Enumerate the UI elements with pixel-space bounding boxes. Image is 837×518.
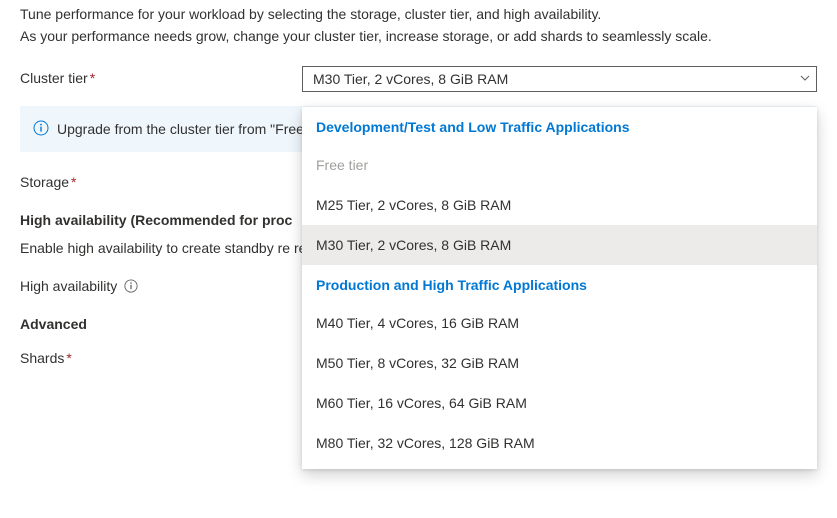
dropdown-option[interactable]: M30 Tier, 2 vCores, 8 GiB RAM — [302, 225, 817, 265]
high-availability-label-text: High availability — [20, 278, 117, 294]
required-asterisk: * — [66, 350, 71, 366]
dropdown-option[interactable]: M50 Tier, 8 vCores, 32 GiB RAM — [302, 343, 817, 383]
info-icon — [33, 119, 49, 139]
required-asterisk: * — [90, 70, 95, 86]
cluster-tier-label: Cluster tier* — [20, 66, 302, 86]
info-icon[interactable] — [124, 279, 138, 293]
storage-label-text: Storage — [20, 174, 69, 190]
cluster-tier-row: Cluster tier* M30 Tier, 2 vCores, 8 GiB … — [20, 66, 817, 92]
cluster-tier-label-text: Cluster tier — [20, 70, 88, 86]
high-availability-label: High availability — [20, 274, 302, 294]
dropdown-group-header-production: Production and High Traffic Applications — [302, 265, 817, 303]
dropdown-option[interactable]: M25 Tier, 2 vCores, 8 GiB RAM — [302, 185, 817, 225]
dropdown-option: Free tier — [302, 145, 817, 185]
required-asterisk: * — [71, 174, 76, 190]
intro-line-2: As your performance needs grow, change y… — [20, 28, 817, 44]
dropdown-option[interactable]: M60 Tier, 16 vCores, 64 GiB RAM — [302, 383, 817, 423]
cluster-tier-select[interactable]: M30 Tier, 2 vCores, 8 GiB RAM — [302, 66, 817, 92]
intro-line-1: Tune performance for your workload by se… — [20, 6, 817, 22]
cluster-tier-dropdown[interactable]: Development/Test and Low Traffic Applica… — [302, 107, 817, 469]
cluster-tier-select-input[interactable]: M30 Tier, 2 vCores, 8 GiB RAM — [302, 66, 817, 92]
dropdown-group-header-devtest: Development/Test and Low Traffic Applica… — [302, 107, 817, 145]
dropdown-option[interactable]: M80 Tier, 32 vCores, 128 GiB RAM — [302, 423, 817, 463]
storage-label: Storage* — [20, 170, 302, 190]
cluster-config-panel: Tune performance for your workload by se… — [0, 0, 837, 518]
shards-label-text: Shards — [20, 350, 64, 366]
cluster-tier-selected-value: M30 Tier, 2 vCores, 8 GiB RAM — [313, 71, 508, 87]
dropdown-option[interactable]: M40 Tier, 4 vCores, 16 GiB RAM — [302, 303, 817, 343]
shards-label: Shards* — [20, 346, 302, 366]
